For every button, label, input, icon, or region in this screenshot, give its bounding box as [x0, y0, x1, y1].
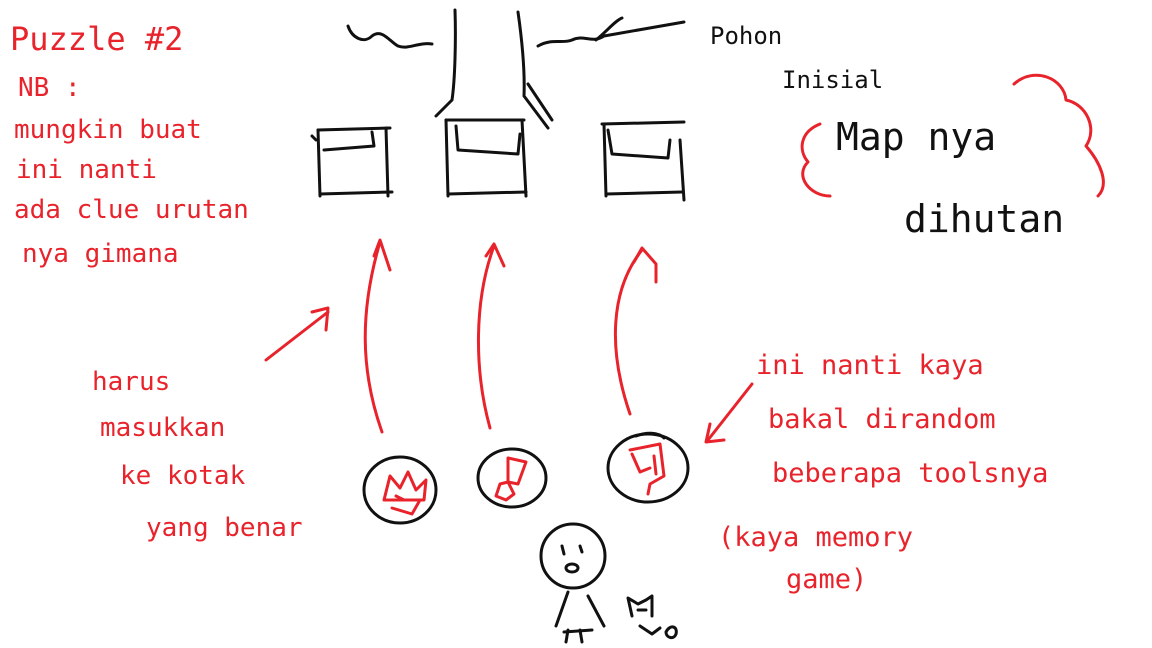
item-middle [476, 447, 548, 509]
nb-note-line-2: mungkin buat [14, 115, 202, 145]
crown-glyph-icon [382, 470, 428, 516]
boxes-note-line-1: harus [92, 367, 170, 397]
tree-label: Pohon Inisial [710, 22, 883, 94]
item-right [606, 431, 690, 504]
puzzle-title: Puzzle #2 [10, 20, 183, 58]
tree-label-line-2: Inisial [782, 66, 883, 94]
boxes-note-line-2: masukkan [100, 413, 225, 443]
tool-glyph-icon [494, 456, 528, 502]
nb-note: NB : mungkin buat ini nanti ada clue uru… [14, 73, 249, 269]
arrow-boxes-note [264, 306, 330, 362]
nb-note-line-1: NB : [18, 73, 81, 103]
random-note-line-5: game) [786, 564, 867, 595]
nb-note-line-3: ini nanti [16, 155, 157, 185]
random-note-line-2: bakal dirandom [768, 404, 996, 435]
tree-label-line-1: Pohon [710, 22, 782, 50]
arrow-random-note [704, 382, 754, 444]
tree-trunk [346, 8, 686, 130]
arrow-item-right-to-box [613, 246, 658, 416]
sketch-canvas: Puzzle #2 NB : mungkin buat ini nanti ad… [0, 0, 1152, 648]
box-left [310, 126, 394, 198]
map-note: Map nya dihutan [836, 115, 1064, 241]
arrow-item-left-to-box [363, 238, 392, 434]
player-character [539, 522, 607, 644]
nb-note-line-4: ada clue urutan [14, 195, 249, 225]
flag-glyph-icon [628, 442, 666, 496]
nb-note-line-5: nya gimana [22, 239, 179, 269]
map-note-line-1: Map nya [836, 115, 996, 159]
box-middle [444, 118, 528, 198]
random-note-line-4: (kaya memory [718, 522, 913, 553]
concept-sketch: Puzzle #2 NB : mungkin buat ini nanti ad… [10, 8, 1105, 644]
arrow-item-middle-to-box [477, 242, 506, 430]
cat-companion [626, 594, 678, 640]
box-right [600, 120, 686, 202]
boxes-note: harus masukkan ke kotak yang benar [92, 367, 303, 543]
map-note-line-2: dihutan [904, 197, 1064, 241]
random-note: ini nanti kaya bakal dirandom beberapa t… [718, 350, 1048, 595]
random-note-line-1: ini nanti kaya [756, 350, 984, 381]
random-note-line-3: beberapa toolsnya [772, 458, 1048, 489]
item-left [362, 455, 438, 525]
boxes-note-line-3: ke kotak [120, 461, 246, 491]
boxes-note-line-4: yang benar [146, 513, 303, 543]
